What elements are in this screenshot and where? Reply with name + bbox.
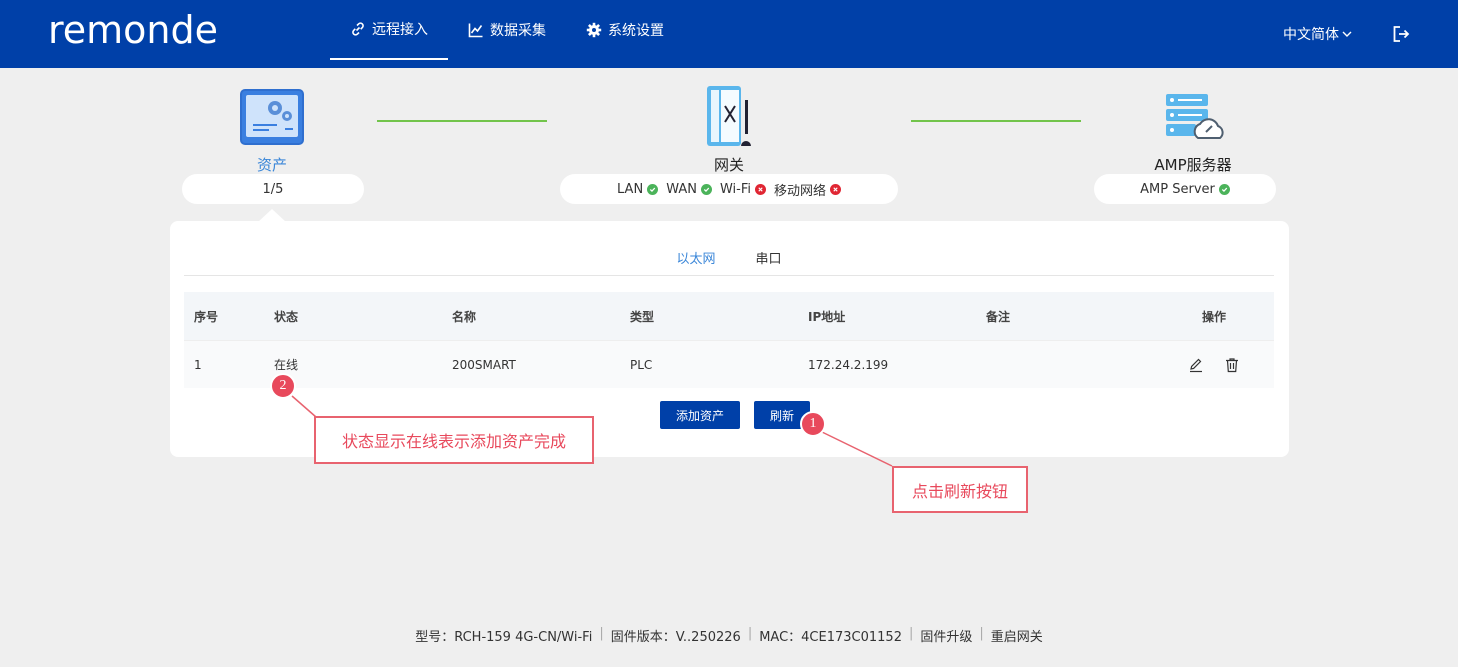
reboot-gateway-link[interactable]: 重启网关 xyxy=(991,626,1043,645)
ok-icon xyxy=(647,183,659,195)
cell-type: PLC xyxy=(630,357,653,372)
header-ip: IP地址 xyxy=(808,309,846,324)
language-label: 中文简体 xyxy=(1283,27,1339,43)
connection-line-asset-gateway xyxy=(377,120,547,122)
error-icon xyxy=(829,183,841,195)
connection-line-gateway-server xyxy=(911,120,1081,122)
tab-ethernet[interactable]: 以太网 xyxy=(676,241,715,275)
header-note: 备注 xyxy=(986,309,1011,324)
cell-actions xyxy=(1154,357,1274,373)
error-icon xyxy=(754,183,766,195)
callout-click-refresh: 点击刷新按钮 xyxy=(892,466,1028,513)
server-status-pill: AMP Server xyxy=(1094,174,1276,204)
cell-status: 在线 xyxy=(274,358,299,372)
link-icon xyxy=(352,22,364,36)
server-node[interactable]: AMP服务器 xyxy=(1128,90,1258,175)
gateway-status-pill: LAN WAN Wi-Fi 移动网络 xyxy=(560,174,898,204)
footer-separator: | xyxy=(908,626,914,641)
header-status: 状态 xyxy=(274,309,299,324)
nav-remote-access[interactable]: 远程接入 xyxy=(330,0,448,60)
header-index: 序号 xyxy=(194,309,219,324)
status-mobile-network: 移动网络 xyxy=(774,180,841,199)
main-nav: 远程接入 数据采集 系统设置 xyxy=(330,0,684,68)
trash-icon[interactable] xyxy=(1224,357,1240,373)
server-label: AMP服务器 xyxy=(1154,156,1232,174)
svg-text:remonde: remonde xyxy=(48,12,218,52)
footer-separator: | xyxy=(599,626,604,641)
logout-icon[interactable] xyxy=(1392,25,1410,43)
add-asset-button[interactable]: 添加资产 xyxy=(660,401,740,429)
remonde-logo: remonde xyxy=(48,8,218,52)
ok-icon xyxy=(1218,183,1230,195)
top-bar: remonde 远程接入 数据采集 系统设置 中文简体 xyxy=(0,0,1458,68)
server-icon xyxy=(1166,94,1224,139)
chart-icon xyxy=(468,23,483,38)
callout-status-online: 状态显示在线表示添加资产完成 xyxy=(314,416,594,464)
nav-label: 远程接入 xyxy=(372,22,428,38)
cell-ip: 172.24.2.199 xyxy=(808,357,889,372)
nav-data-collection[interactable]: 数据采集 xyxy=(448,0,566,60)
chevron-down-icon xyxy=(1342,31,1352,37)
logo: remonde xyxy=(48,8,232,61)
table-row: 1 在线 200SMART PLC 172.24.2.199 xyxy=(184,340,1274,388)
footer-mac: MAC：4CE173C01152 xyxy=(759,630,902,645)
step-badge-2: 2 xyxy=(270,373,296,399)
firmware-upgrade-link[interactable]: 固件升级 xyxy=(920,626,972,645)
footer: 型号：RCH-159 4G-CN/Wi-Fi | 固件版本：V..250226 … xyxy=(0,626,1458,645)
language-selector[interactable]: 中文简体 xyxy=(1283,24,1352,44)
status-amp-server: AMP Server xyxy=(1140,182,1230,197)
nav-system-settings[interactable]: 系统设置 xyxy=(566,0,684,60)
footer-model: 型号：RCH-159 4G-CN/Wi-Fi xyxy=(415,630,593,645)
footer-firmware: 固件版本：V..250226 xyxy=(610,630,741,645)
header-name: 名称 xyxy=(452,309,477,324)
nav-label: 数据采集 xyxy=(490,23,546,39)
gateway-label: 网关 xyxy=(713,156,744,174)
asset-count-pill: 1/5 xyxy=(182,174,364,204)
gear-icon xyxy=(586,22,602,38)
status-wan: WAN xyxy=(666,182,712,197)
asset-label: 资产 xyxy=(256,156,287,174)
footer-separator: | xyxy=(979,626,984,641)
step-badge-1: 1 xyxy=(800,411,826,437)
status-lan: LAN xyxy=(617,182,659,197)
edit-icon[interactable] xyxy=(1188,357,1204,373)
tab-serial[interactable]: 串口 xyxy=(756,241,782,275)
nav-label: 系统设置 xyxy=(608,23,664,39)
cell-name: 200SMART xyxy=(452,357,516,372)
ok-icon xyxy=(700,183,712,195)
footer-separator: | xyxy=(747,626,753,641)
tab-bar: 以太网 串口 xyxy=(184,241,1274,276)
asset-node[interactable]: 资产 xyxy=(233,88,311,175)
asset-icon xyxy=(240,89,304,145)
gateway-icon xyxy=(707,86,751,146)
gateway-node[interactable]: 网关 xyxy=(688,84,770,175)
table-header: 序号 状态 名称 类型 IP地址 备注 操作 xyxy=(184,292,1274,340)
asset-count: 1/5 xyxy=(262,181,284,197)
asset-table: 序号 状态 名称 类型 IP地址 备注 操作 1 在线 200SMART PLC… xyxy=(184,292,1274,388)
header-actions: 操作 xyxy=(1201,309,1226,324)
header-type: 类型 xyxy=(630,309,655,324)
cell-index: 1 xyxy=(194,357,202,372)
status-wifi: Wi-Fi xyxy=(720,182,766,197)
